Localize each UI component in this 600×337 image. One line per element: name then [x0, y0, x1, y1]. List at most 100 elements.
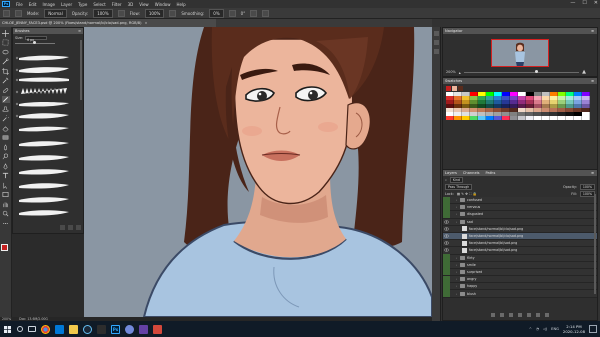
swatch-grid[interactable] [446, 92, 590, 120]
clone-stamp-tool[interactable] [2, 106, 10, 113]
recent-swatch[interactable] [452, 86, 457, 91]
history-panel-icon[interactable] [433, 31, 439, 36]
brush-tool[interactable] [1, 96, 10, 103]
menu-item-select[interactable]: Select [93, 2, 105, 7]
layer-row[interactable]: face/stand/normal/bl/sad.png [443, 240, 597, 248]
adjustment-layer-icon[interactable] [518, 313, 522, 317]
swatch[interactable] [502, 116, 510, 120]
swatch[interactable] [478, 116, 486, 120]
new-brush-icon[interactable] [60, 225, 65, 230]
menu-item-window[interactable]: Window [155, 2, 171, 7]
lock-icons[interactable]: ▦ ✎ ✥ ⛶ 🔒 [457, 192, 477, 196]
layer-group-row[interactable]: › confused [443, 196, 597, 205]
layer-group-row[interactable]: › blush [443, 290, 597, 298]
mode-select[interactable]: Normal [44, 8, 67, 18]
link-layers-icon[interactable] [491, 313, 495, 317]
document-canvas[interactable] [84, 27, 432, 317]
eye-hidden-icon[interactable] [443, 282, 450, 290]
menu-item-view[interactable]: View [139, 2, 149, 7]
more-tools[interactable] [2, 220, 10, 227]
quick-select-tool[interactable] [2, 58, 10, 65]
menu-item-type[interactable]: Type [78, 2, 87, 7]
pressure-opacity-icon[interactable] [117, 9, 125, 17]
type-tool[interactable] [2, 172, 10, 179]
obs-icon[interactable] [153, 324, 162, 334]
twitch-icon[interactable] [139, 324, 148, 334]
path-selection-tool[interactable] [2, 182, 10, 189]
swatch[interactable] [470, 116, 478, 120]
eye-icon[interactable] [443, 218, 450, 225]
symmetry-icon[interactable] [262, 9, 270, 17]
home-icon[interactable] [3, 9, 10, 17]
start-button[interactable] [0, 321, 14, 337]
navigator-zoom-slider[interactable] [463, 70, 580, 73]
new-group-icon[interactable] [527, 313, 531, 317]
swatch[interactable] [534, 116, 542, 120]
brush-preset-icon[interactable] [15, 9, 22, 17]
panel-menu-icon[interactable]: ≡ [78, 29, 81, 33]
history-brush-tool[interactable] [2, 115, 10, 122]
gradient-tool[interactable] [2, 134, 10, 141]
layer-group-row[interactable]: › happy [443, 282, 597, 291]
eye-icon[interactable] [443, 247, 450, 254]
discord-icon[interactable] [125, 324, 134, 334]
marquee-tool[interactable] [2, 39, 10, 46]
eye-hidden-icon[interactable] [443, 268, 450, 276]
new-layer-icon[interactable] [536, 313, 540, 317]
volume-icon[interactable]: ◁) [543, 327, 547, 331]
swatch[interactable] [558, 116, 566, 120]
layer-group-row[interactable]: › sad [443, 218, 597, 226]
dodge-tool[interactable] [2, 153, 10, 160]
swatch[interactable] [526, 116, 534, 120]
swatch[interactable] [566, 116, 574, 120]
eye-hidden-icon[interactable] [443, 196, 450, 204]
layer-opacity-field[interactable]: 100% [579, 183, 595, 190]
properties-panel-icon[interactable] [433, 40, 439, 45]
eye-hidden-icon[interactable] [443, 275, 450, 283]
recent-swatch[interactable] [458, 86, 463, 91]
brushes-scrollbar[interactable] [80, 40, 82, 100]
shape-tool[interactable] [2, 191, 10, 198]
blend-mode-select[interactable]: Pass Through [445, 183, 473, 190]
layer-row[interactable]: face/stand/normal/bl/sad.png [443, 247, 597, 255]
swatch[interactable] [574, 116, 582, 120]
file-explorer-icon[interactable] [69, 324, 78, 334]
foreground-color-swatch[interactable] [1, 244, 8, 251]
crop-tool[interactable] [2, 67, 10, 75]
notifications-icon[interactable] [589, 325, 597, 333]
move-tool[interactable] [2, 29, 10, 37]
photoshop-taskbar-icon[interactable]: Ps [111, 324, 120, 334]
search-icon[interactable] [17, 326, 23, 332]
eye-hidden-icon[interactable] [443, 210, 450, 218]
menu-item-3d[interactable]: 3D [128, 2, 134, 7]
layer-kind-filter[interactable]: Kind [449, 176, 463, 183]
opacity-field[interactable]: 100% [93, 8, 113, 18]
panel-menu-icon[interactable]: ≡ [591, 29, 594, 33]
swatch[interactable] [454, 116, 462, 120]
chrome-icon[interactable] [41, 324, 50, 334]
layer-group-row[interactable]: › angry [443, 275, 597, 284]
steam-icon[interactable] [83, 324, 92, 334]
layer-group-row[interactable]: › smile [443, 261, 597, 269]
airbrush-icon[interactable] [169, 9, 177, 17]
blur-tool[interactable] [2, 143, 10, 151]
brush-size-field[interactable]: 6 px [25, 35, 48, 42]
language-indicator[interactable]: ENG [551, 327, 559, 331]
menu-item-image[interactable]: Image [42, 2, 55, 7]
navigator-thumbnail[interactable] [491, 39, 549, 67]
menu-item-file[interactable]: File [16, 2, 23, 7]
eraser-tool[interactable] [2, 125, 10, 132]
menu-item-filter[interactable]: Filter [112, 2, 122, 7]
flow-field[interactable]: 100% [144, 8, 165, 18]
document-tab[interactable]: CHLOE_JENNY_FACE3.psd @ 200% (Fixes/stan… [0, 19, 216, 27]
smoothing-field[interactable]: 0% [209, 8, 224, 18]
trash-icon[interactable] [76, 225, 81, 230]
swatch[interactable] [518, 116, 526, 120]
recent-swatch[interactable] [446, 86, 451, 91]
task-view-icon[interactable] [28, 326, 36, 332]
store-icon[interactable] [55, 324, 64, 334]
menu-item-edit[interactable]: Edit [29, 2, 37, 7]
tab-layers[interactable]: Layers [445, 171, 457, 175]
navigator-zoom-value[interactable]: 200% [446, 70, 456, 74]
close-window-button[interactable]: ✕ [594, 0, 598, 6]
